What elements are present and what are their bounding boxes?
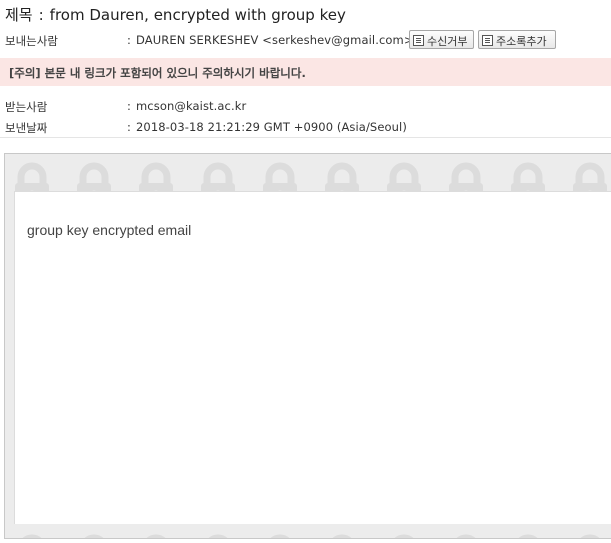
sender-colon: : [127,33,131,47]
reject-sender-label: 수신거부 [427,34,468,48]
sent-date-row: 보낸날짜 : 2018-03-18 21:21:29 GMT +0900 (As… [0,116,611,138]
message-body: group key encrypted email [14,191,611,524]
block-icon [413,35,424,46]
add-to-address-book-button[interactable]: 주소록추가 [478,30,556,49]
header-divider [0,137,611,138]
reject-sender-button[interactable]: 수신거부 [409,30,474,49]
message-body-text: group key encrypted email [27,222,192,238]
subject-line: 제목: from Dauren, encrypted with group key [0,0,611,28]
sender-label: 보내는사람 [5,34,58,48]
subject-separator: : [38,6,44,24]
sent-date-value: 2018-03-18 21:21:29 GMT +0900 (Asia/Seou… [136,120,407,134]
subject-text: from Dauren, encrypted with group key [49,6,346,24]
address-book-icon [482,35,493,46]
recipient-row: 받는사람 : mcson@kaist.ac.kr [0,95,611,117]
sender-row: 보내는사람 : DAUREN SERKESHEV <serkeshev@gmai… [0,29,611,51]
recipient-colon: : [127,99,131,113]
recipient-label: 받는사람 [5,100,48,114]
sender-value[interactable]: DAUREN SERKESHEV <serkeshev@gmail.com> [136,33,414,47]
link-warning-banner: [주의] 본문 내 링크가 포함되어 있으니 주의하시기 바랍니다. [0,58,611,86]
sent-date-label: 보낸날짜 [5,121,48,135]
add-to-address-book-label: 주소록추가 [496,34,547,48]
sent-date-colon: : [127,120,131,134]
subject-label: 제목 [5,6,33,24]
link-warning-text: [주의] 본문 내 링크가 포함되어 있으니 주의하시기 바랍니다. [9,66,306,80]
recipient-value[interactable]: mcson@kaist.ac.kr [136,99,246,113]
